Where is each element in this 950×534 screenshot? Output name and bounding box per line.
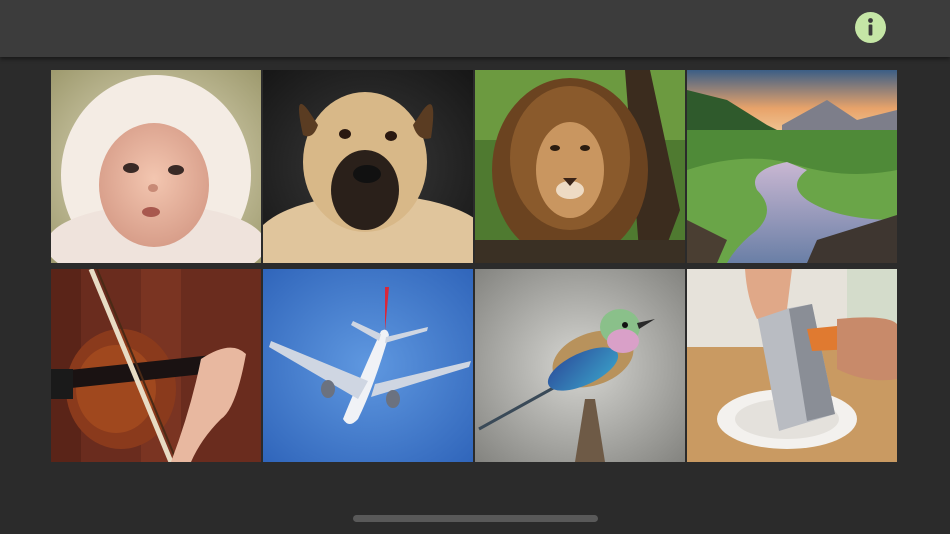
baby-image (51, 70, 261, 263)
tile-lion[interactable] (475, 70, 685, 263)
bird-image (475, 269, 685, 462)
grater-image (687, 269, 897, 462)
image-grid (51, 70, 899, 462)
top-bar (0, 0, 950, 57)
landscape-image (687, 70, 897, 263)
airplane-image (263, 269, 473, 462)
tile-grater[interactable] (687, 269, 897, 462)
tile-landscape[interactable] (687, 70, 897, 263)
tile-bird[interactable] (475, 269, 685, 462)
tile-baby[interactable] (51, 70, 261, 263)
info-icon (868, 18, 873, 36)
tile-dog[interactable] (263, 70, 473, 263)
info-button[interactable] (855, 12, 886, 43)
home-indicator[interactable] (353, 515, 598, 522)
tile-violin[interactable] (51, 269, 261, 462)
lion-image (475, 70, 685, 263)
tile-airplane[interactable] (263, 269, 473, 462)
violin-image (51, 269, 261, 462)
dog-image (263, 70, 473, 263)
